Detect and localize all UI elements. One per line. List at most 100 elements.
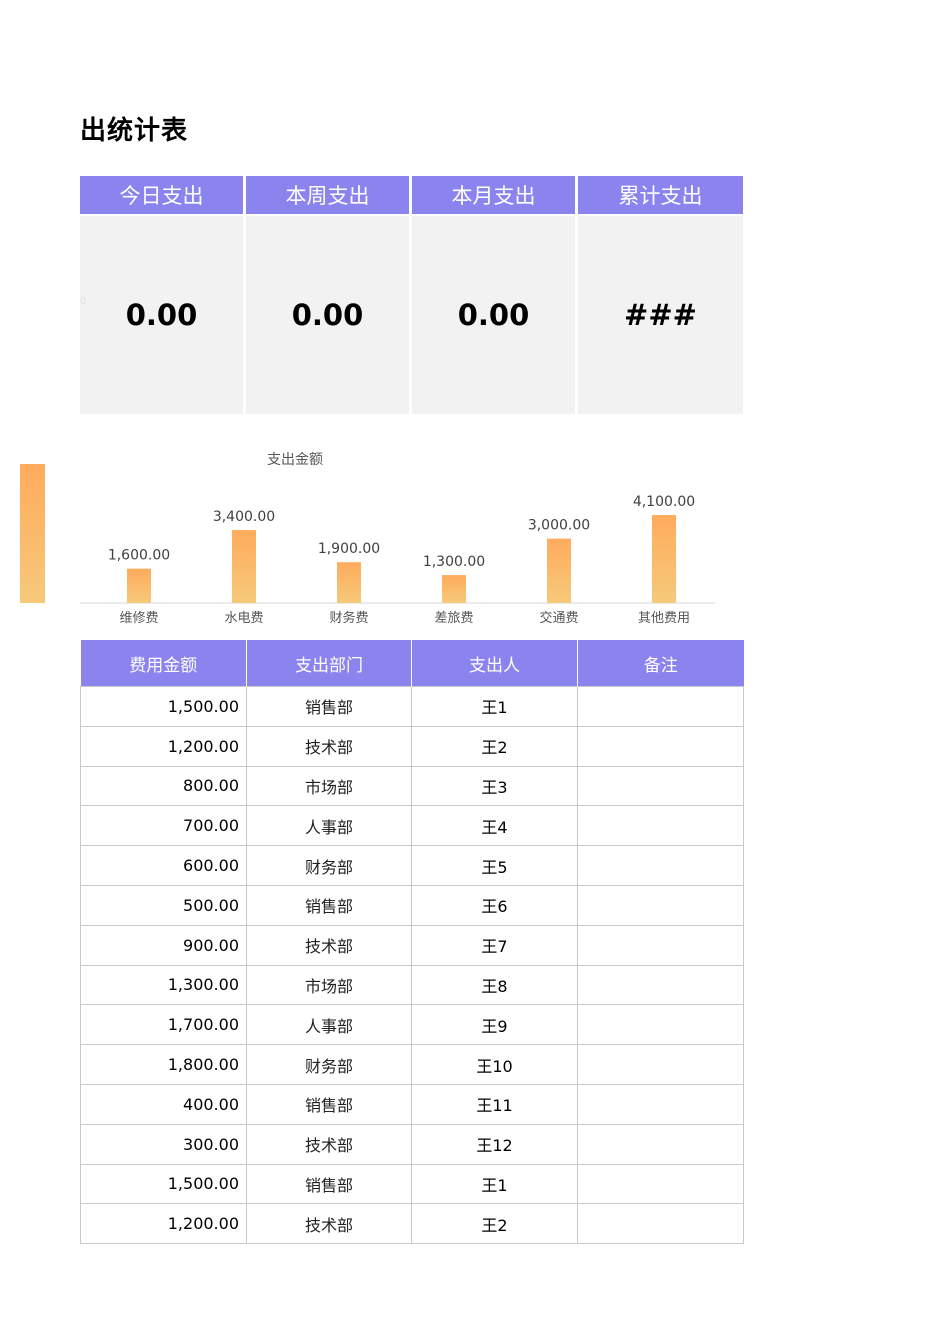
cell-note[interactable] xyxy=(577,845,744,886)
cell-note[interactable] xyxy=(577,1083,744,1125)
cell-amount[interactable]: 800.00 xyxy=(80,765,247,807)
table-row: 700.00 人事部 王4 xyxy=(80,805,744,847)
cell-note[interactable] xyxy=(577,725,744,767)
cell-note[interactable] xyxy=(577,964,744,1006)
bar-5 xyxy=(652,515,676,603)
cell-dept[interactable]: 人事部 xyxy=(246,805,412,847)
cell-person[interactable]: 王1 xyxy=(411,1163,578,1205)
table-row: 600.00 财务部 王5 xyxy=(80,845,744,886)
bar-0 xyxy=(127,568,151,603)
x-tick-label-4: 交通费 xyxy=(539,610,578,626)
chart-canvas: 支出金额 1,600.00 维修费 3,400.00 水电费 1,900.00 财务费 1,… xyxy=(80,452,715,626)
card-week: 本周支出 0.00 xyxy=(246,176,411,414)
table-row: 1,700.00 人事部 王9 xyxy=(80,1004,744,1046)
cell-amount[interactable]: 1,200.00 xyxy=(80,1203,247,1245)
cell-amount[interactable]: 1,500.00 xyxy=(80,1163,247,1205)
table-row: 1,200.00 技术部 王2 xyxy=(80,725,744,767)
cell-amount[interactable]: 900.00 xyxy=(80,924,247,966)
cell-note[interactable] xyxy=(577,686,744,727)
data-label-0: 1,600.00 xyxy=(108,548,170,564)
card-month-value: 0.00 xyxy=(412,216,577,414)
bar-2 xyxy=(337,562,361,603)
header-note: 备注 xyxy=(577,640,744,687)
table-row: 1,500.00 销售部 王1 xyxy=(80,1163,744,1205)
cell-dept[interactable]: 市场部 xyxy=(246,765,412,807)
header-amount: 费用金额 xyxy=(80,640,247,687)
cell-amount[interactable]: 1,200.00 xyxy=(80,725,247,767)
cell-amount[interactable]: 500.00 xyxy=(80,884,247,926)
cell-person[interactable]: 王11 xyxy=(411,1083,578,1125)
card-month-label: 本月支出 xyxy=(412,176,577,216)
table-row: 300.00 技术部 王12 xyxy=(80,1123,744,1165)
cell-amount[interactable]: 1,800.00 xyxy=(80,1044,247,1085)
cell-person[interactable]: 王2 xyxy=(411,1203,578,1245)
x-tick-label-3: 差旅费 xyxy=(434,611,473,626)
cell-note[interactable] xyxy=(577,924,744,966)
bar-3 xyxy=(442,575,466,603)
cell-dept[interactable]: 技术部 xyxy=(246,924,412,966)
cell-person[interactable]: 王4 xyxy=(411,805,578,847)
cell-person[interactable]: 王9 xyxy=(411,1004,578,1046)
page-title: 出统计表 xyxy=(80,116,189,146)
cell-person[interactable]: 王8 xyxy=(411,964,578,1006)
card-total-value: ### xyxy=(578,216,743,414)
cell-amount[interactable]: 600.00 xyxy=(80,845,247,886)
card-today-label: 今日支出 xyxy=(80,176,245,216)
cell-dept[interactable]: 销售部 xyxy=(246,1163,412,1205)
data-label-3: 1,300.00 xyxy=(423,554,485,570)
cell-dept[interactable]: 销售部 xyxy=(246,686,412,727)
cell-person[interactable]: 王2 xyxy=(411,725,578,767)
cell-dept[interactable]: 人事部 xyxy=(246,1004,412,1046)
table-row: 1,500.00 销售部 王1 xyxy=(80,686,744,727)
cell-note[interactable] xyxy=(577,765,744,807)
table-row: 900.00 技术部 王7 xyxy=(80,924,744,966)
table-row: 1,200.00 技术部 王2 xyxy=(80,1203,744,1245)
cell-amount[interactable]: 400.00 xyxy=(80,1083,247,1125)
cell-note[interactable] xyxy=(577,1044,744,1085)
cell-amount[interactable]: 1,700.00 xyxy=(80,1004,247,1046)
cell-note[interactable] xyxy=(577,1004,744,1046)
cell-person[interactable]: 王1 xyxy=(411,686,578,727)
card-total: 累计支出 ### xyxy=(578,176,743,414)
expense-chart: 支出金额 1,600.00 维修费 3,400.00 水电费 1,900.00 财务费 1,… xyxy=(80,440,730,640)
header-dept: 支出部门 xyxy=(246,640,412,687)
cell-amount[interactable]: 1,500.00 xyxy=(80,686,247,727)
data-label-2: 1,900.00 xyxy=(318,541,380,557)
cell-person[interactable]: 王3 xyxy=(411,765,578,807)
cell-dept[interactable]: 技术部 xyxy=(246,1123,412,1165)
table-row: 800.00 市场部 王3 xyxy=(80,765,744,807)
cell-person[interactable]: 王6 xyxy=(411,884,578,926)
cell-amount[interactable]: 300.00 xyxy=(80,1123,247,1165)
cell-note[interactable] xyxy=(577,1123,744,1165)
data-label-5: 4,100.00 xyxy=(633,494,695,510)
cell-amount[interactable]: 1,300.00 xyxy=(80,964,247,1006)
table-row: 1,300.00 市场部 王8 xyxy=(80,964,744,1006)
table-row: 500.00 销售部 王6 xyxy=(80,884,744,926)
cell-dept[interactable]: 销售部 xyxy=(246,884,412,926)
header-person: 支出人 xyxy=(411,640,578,687)
summary-cards: 今日支出 0.00 本周支出 0.00 本月支出 0.00 累计支出 ### xyxy=(80,176,743,414)
card-week-value: 0.00 xyxy=(246,216,411,414)
bar-4 xyxy=(547,538,571,603)
x-tick-label-0: 维修费 xyxy=(119,611,158,626)
table-header-row: 费用金额 支出部门 支出人 备注 xyxy=(80,640,744,687)
cell-person[interactable]: 王10 xyxy=(411,1044,578,1085)
cell-person[interactable]: 王12 xyxy=(411,1123,578,1165)
x-tick-label-1: 水电费 xyxy=(224,611,263,626)
cell-note[interactable] xyxy=(577,884,744,926)
cell-note[interactable] xyxy=(577,1163,744,1205)
cell-amount[interactable]: 700.00 xyxy=(80,805,247,847)
cell-note[interactable] xyxy=(577,805,744,847)
card-week-label: 本周支出 xyxy=(246,176,411,216)
cell-dept[interactable]: 市场部 xyxy=(246,964,412,1006)
cell-dept[interactable]: 销售部 xyxy=(246,1083,412,1125)
bar-1 xyxy=(232,530,256,603)
cell-dept[interactable]: 财务部 xyxy=(246,845,412,886)
cell-dept[interactable]: 财务部 xyxy=(246,1044,412,1085)
cell-person[interactable]: 王7 xyxy=(411,924,578,966)
card-total-label: 累计支出 xyxy=(578,176,743,216)
cell-note[interactable] xyxy=(577,1203,744,1245)
cell-dept[interactable]: 技术部 xyxy=(246,1203,412,1245)
cell-person[interactable]: 王5 xyxy=(411,845,578,886)
cell-dept[interactable]: 技术部 xyxy=(246,725,412,767)
